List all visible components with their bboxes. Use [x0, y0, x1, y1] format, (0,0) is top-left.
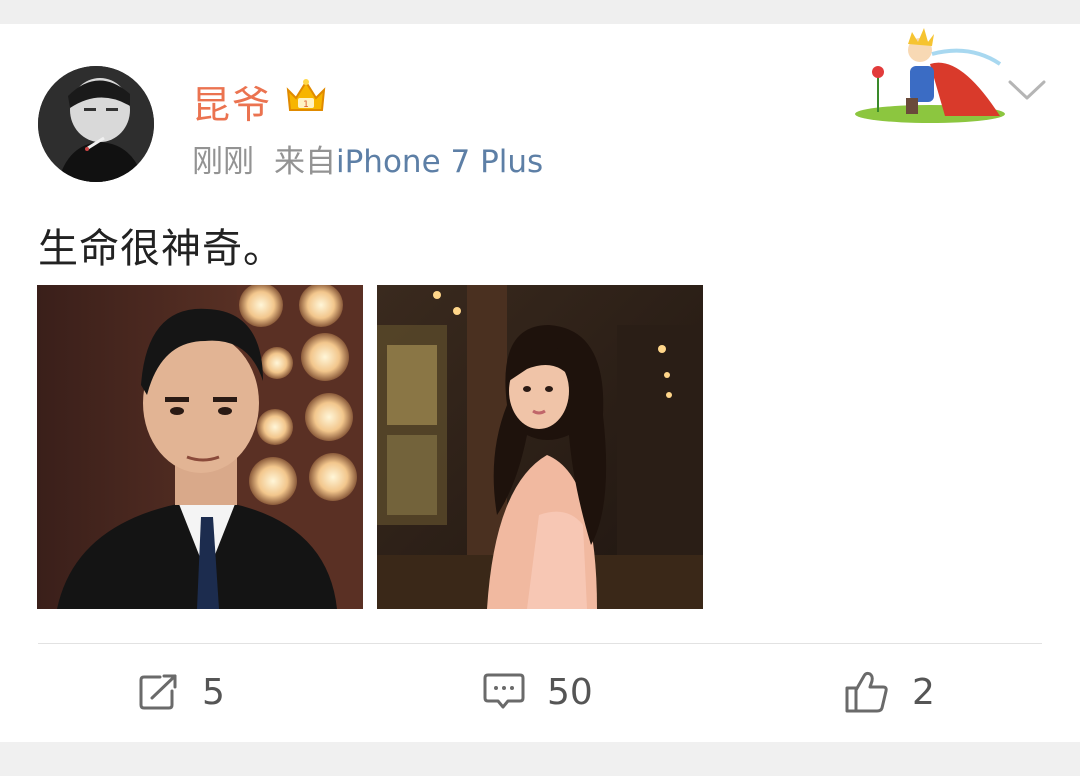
post-time: 刚刚: [192, 144, 254, 180]
svg-text:1: 1: [303, 100, 309, 110]
thumbs-up-icon: [844, 670, 890, 714]
like-count: 2: [912, 671, 935, 713]
comment-count: 50: [547, 671, 593, 713]
username[interactable]: 昆爷: [192, 74, 272, 129]
like-button[interactable]: 2: [844, 664, 935, 720]
little-prince-decoration: [850, 24, 1010, 124]
post-image-2[interactable]: [377, 285, 703, 609]
post-card: 昆爷 1 刚刚 来自iPhone 7 Plus 生命很神奇。 5 50 2: [0, 24, 1080, 742]
comment-icon: [483, 672, 525, 712]
repost-button[interactable]: 5: [138, 664, 225, 720]
repost-icon: [138, 673, 180, 711]
top-separator: [0, 0, 1080, 24]
repost-count: 5: [202, 671, 225, 713]
source-prefix: 来自: [274, 144, 336, 180]
avatar[interactable]: [38, 66, 154, 182]
comment-button[interactable]: 50: [483, 664, 593, 720]
divider: [38, 643, 1042, 644]
crown-vip-icon[interactable]: 1: [284, 76, 328, 116]
post-meta: 刚刚 来自iPhone 7 Plus: [192, 136, 543, 181]
bottom-separator: [0, 742, 1080, 776]
post-image-1[interactable]: [37, 285, 363, 609]
source-device-link[interactable]: iPhone 7 Plus: [336, 144, 543, 180]
chevron-down-icon[interactable]: [1006, 76, 1048, 104]
post-text: 生命很神奇。: [38, 226, 284, 272]
